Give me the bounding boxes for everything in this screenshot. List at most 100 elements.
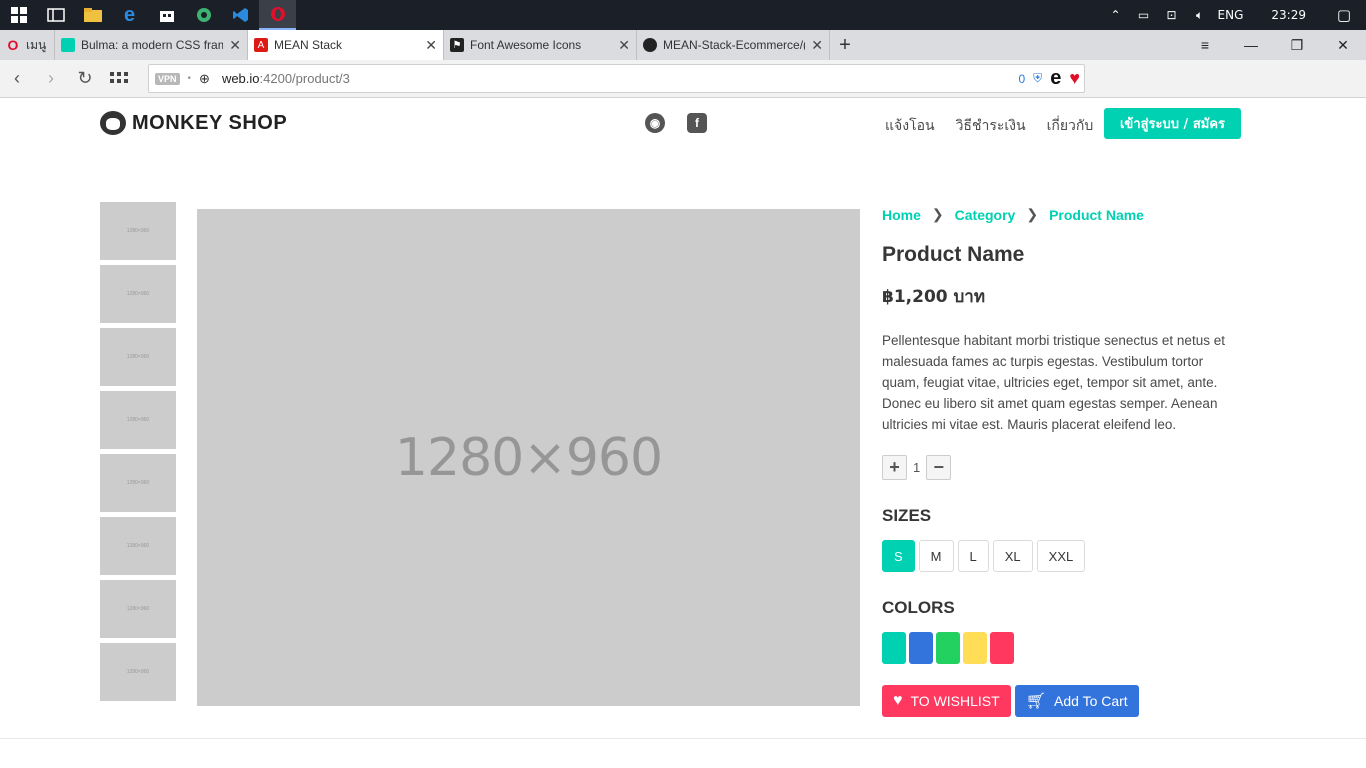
- back-icon[interactable]: ‹: [0, 60, 34, 98]
- breadcrumb-product[interactable]: Product Name: [1049, 207, 1144, 223]
- tab-font-awesome[interactable]: ⚑ Font Awesome Icons ✕: [444, 30, 637, 60]
- thumbnail[interactable]: 1280×960: [100, 391, 176, 449]
- thumbnail-list: 1280×960 1280×960 1280×960 1280×960 1280…: [100, 202, 176, 706]
- quantity-stepper: + 1 −: [882, 455, 1242, 480]
- color-swatch[interactable]: [882, 632, 906, 664]
- flag-icon: ⚑: [450, 38, 464, 52]
- social-links: ◉ f: [645, 113, 707, 133]
- clock[interactable]: 23:29: [1271, 8, 1306, 22]
- language-indicator[interactable]: ENG: [1218, 8, 1244, 22]
- tab-close-icon[interactable]: ✕: [229, 37, 241, 54]
- webpage: MONKEY SHOP ◉ f แจ้งโอน วิธีชำระเงิน เกี…: [0, 99, 1366, 768]
- tab-opera-menu[interactable]: O เมนู: [0, 30, 55, 60]
- tab-close-icon[interactable]: ✕: [425, 37, 437, 54]
- breadcrumb: Home ❯ Category ❯ Product Name: [882, 206, 1242, 223]
- green-app-icon[interactable]: [185, 0, 222, 30]
- window-controls: ≡ — ❐ ✕: [1182, 30, 1366, 60]
- store-icon[interactable]: [148, 0, 185, 30]
- product-title: Product Name: [882, 243, 1025, 266]
- thumbnail[interactable]: 1280×960: [100, 643, 176, 701]
- breadcrumb-category[interactable]: Category: [955, 207, 1016, 223]
- product-info: Home ❯ Category ❯ Product Name Product N…: [882, 199, 1242, 664]
- opera-taskbar-icon[interactable]: [259, 0, 296, 30]
- cart-label: Add To Cart: [1054, 693, 1128, 709]
- color-swatch[interactable]: [936, 632, 960, 664]
- network-icon[interactable]: ⊡: [1162, 8, 1182, 22]
- login-register-button[interactable]: เข้าสู่ระบบ / สมัคร: [1104, 108, 1241, 139]
- github-icon: [643, 38, 657, 52]
- wishlist-label: TO WISHLIST: [910, 693, 1000, 709]
- thumbnail[interactable]: 1280×960: [100, 202, 176, 260]
- decrease-quantity-button[interactable]: −: [926, 455, 952, 480]
- color-options: [882, 632, 1242, 664]
- shield-icon[interactable]: ⛨: [1033, 71, 1042, 86]
- chevron-right-icon: ❯: [931, 206, 944, 222]
- size-option-m[interactable]: M: [918, 540, 954, 572]
- tab-label: Bulma: a modern CSS fram: [81, 38, 224, 52]
- size-option-xxl[interactable]: XXL: [1036, 540, 1086, 572]
- edge-e-icon[interactable]: e: [1050, 67, 1061, 90]
- nav-link-about[interactable]: เกี่ยวกับ: [1047, 115, 1094, 137]
- notification-icon[interactable]: ▢: [1334, 6, 1354, 24]
- increase-quantity-button[interactable]: +: [882, 455, 907, 480]
- forward-icon[interactable]: ›: [34, 60, 68, 98]
- close-window-icon[interactable]: ✕: [1320, 30, 1366, 60]
- edge-browser-icon[interactable]: e: [111, 0, 148, 30]
- restore-icon[interactable]: ❐: [1274, 30, 1320, 60]
- tab-close-icon[interactable]: ✕: [618, 37, 630, 54]
- size-option-xl[interactable]: XL: [992, 540, 1033, 572]
- url-input[interactable]: VPN • ⊕ web.io:4200/product/3 0 ⛨ e ♥: [148, 64, 1085, 93]
- thumbnail[interactable]: 1280×960: [100, 265, 176, 323]
- file-explorer-icon[interactable]: [74, 0, 111, 30]
- windows-start-icon[interactable]: [0, 0, 37, 30]
- volume-icon[interactable]: 🔈︎: [1190, 8, 1210, 23]
- minimize-icon[interactable]: —: [1228, 30, 1274, 60]
- tab-label: MEAN-Stack-Ecommerce/(: [663, 38, 806, 52]
- new-tab-button[interactable]: +: [830, 30, 860, 60]
- size-option-l[interactable]: L: [957, 540, 989, 572]
- add-to-wishlist-button[interactable]: ♥ TO WISHLIST: [882, 685, 1011, 717]
- tab-label: MEAN Stack: [274, 38, 343, 52]
- vpn-badge[interactable]: VPN: [155, 72, 180, 85]
- size-option-s[interactable]: S: [882, 540, 915, 572]
- add-to-cart-button[interactable]: 🛒︎ Add To Cart: [1014, 685, 1139, 717]
- facebook-link-icon[interactable]: f: [687, 113, 707, 133]
- windows-taskbar: e ⌃ ▭ ⊡ 🔈︎ ENG 23:29 ▢: [0, 0, 1366, 30]
- color-swatch[interactable]: [963, 632, 987, 664]
- angular-icon: A: [254, 38, 268, 52]
- tab-close-icon[interactable]: ✕: [811, 37, 823, 54]
- opera-icon: O: [7, 37, 19, 53]
- github-link-icon[interactable]: ◉: [645, 113, 665, 133]
- battery-icon[interactable]: ▭: [1134, 8, 1154, 22]
- tab-bulma[interactable]: Bulma: a modern CSS fram ✕: [55, 30, 248, 60]
- sizes-heading: SIZES: [882, 506, 932, 525]
- url-actions: 0 ⛨ e ♥: [1018, 65, 1080, 92]
- heart-bookmark-icon[interactable]: ♥: [1069, 68, 1080, 89]
- speed-dial-grid-icon[interactable]: [102, 60, 136, 98]
- thumbnail[interactable]: 1280×960: [100, 580, 176, 638]
- thumbnail[interactable]: 1280×960: [100, 517, 176, 575]
- tab-menu-icon[interactable]: ≡: [1182, 30, 1228, 60]
- reload-icon[interactable]: ↻: [68, 60, 102, 98]
- breadcrumb-home[interactable]: Home: [882, 207, 921, 223]
- color-swatch[interactable]: [990, 632, 1014, 664]
- thumbnail[interactable]: 1280×960: [100, 454, 176, 512]
- product-price: ฿1,200 บาท: [882, 287, 986, 307]
- tab-github[interactable]: MEAN-Stack-Ecommerce/( ✕: [637, 30, 830, 60]
- vscode-icon[interactable]: [222, 0, 259, 30]
- url-path: :4200/product/3: [259, 71, 350, 86]
- chevron-up-icon[interactable]: ⌃: [1106, 8, 1126, 22]
- colors-heading: COLORS: [882, 598, 955, 617]
- adblock-count[interactable]: 0: [1018, 72, 1025, 86]
- tab-mean-stack[interactable]: A MEAN Stack ✕: [248, 30, 444, 60]
- site-logo[interactable]: MONKEY SHOP: [100, 111, 287, 135]
- product-description: Pellentesque habitant morbi tristique se…: [882, 333, 1225, 432]
- task-view-icon[interactable]: [37, 0, 74, 30]
- footer-divider: [0, 738, 1366, 739]
- thumbnail[interactable]: 1280×960: [100, 328, 176, 386]
- system-tray: ⌃ ▭ ⊡ 🔈︎ ENG 23:29 ▢: [1106, 0, 1366, 30]
- nav-link-payment[interactable]: วิธีชำระเงิน: [956, 115, 1026, 137]
- nav-link-transfer[interactable]: แจ้งโอน: [885, 115, 935, 137]
- url-text: web.io:4200/product/3: [222, 71, 350, 86]
- color-swatch[interactable]: [909, 632, 933, 664]
